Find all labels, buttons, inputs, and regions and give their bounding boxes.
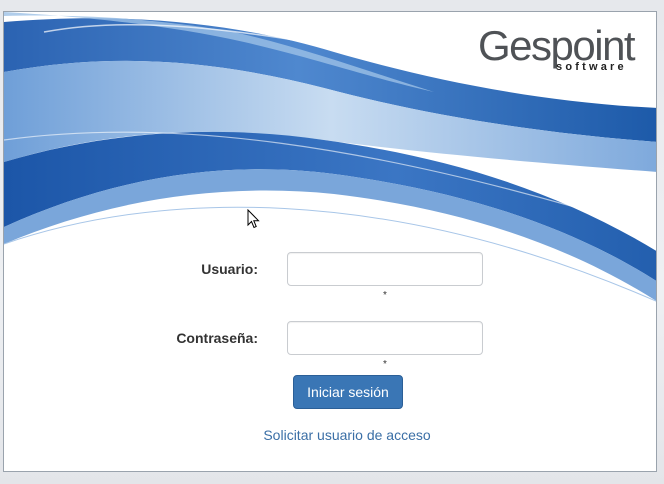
username-input[interactable] <box>287 252 483 286</box>
login-panel: Gespoint software Usuario: * Contraseña:… <box>3 11 657 472</box>
mouse-pointer-icon <box>247 209 260 229</box>
login-button[interactable]: Iniciar sesión <box>293 375 403 409</box>
gespoint-logo: Gespoint software <box>478 24 648 76</box>
request-access-link[interactable]: Solicitar usuario de acceso <box>204 427 490 443</box>
username-label: Usuario: <box>201 261 258 277</box>
password-label: Contraseña: <box>176 330 258 346</box>
password-input[interactable] <box>287 321 483 355</box>
username-required-mark: * <box>383 290 387 301</box>
password-required-mark: * <box>383 359 387 370</box>
logo-subtitle: software <box>556 61 627 73</box>
